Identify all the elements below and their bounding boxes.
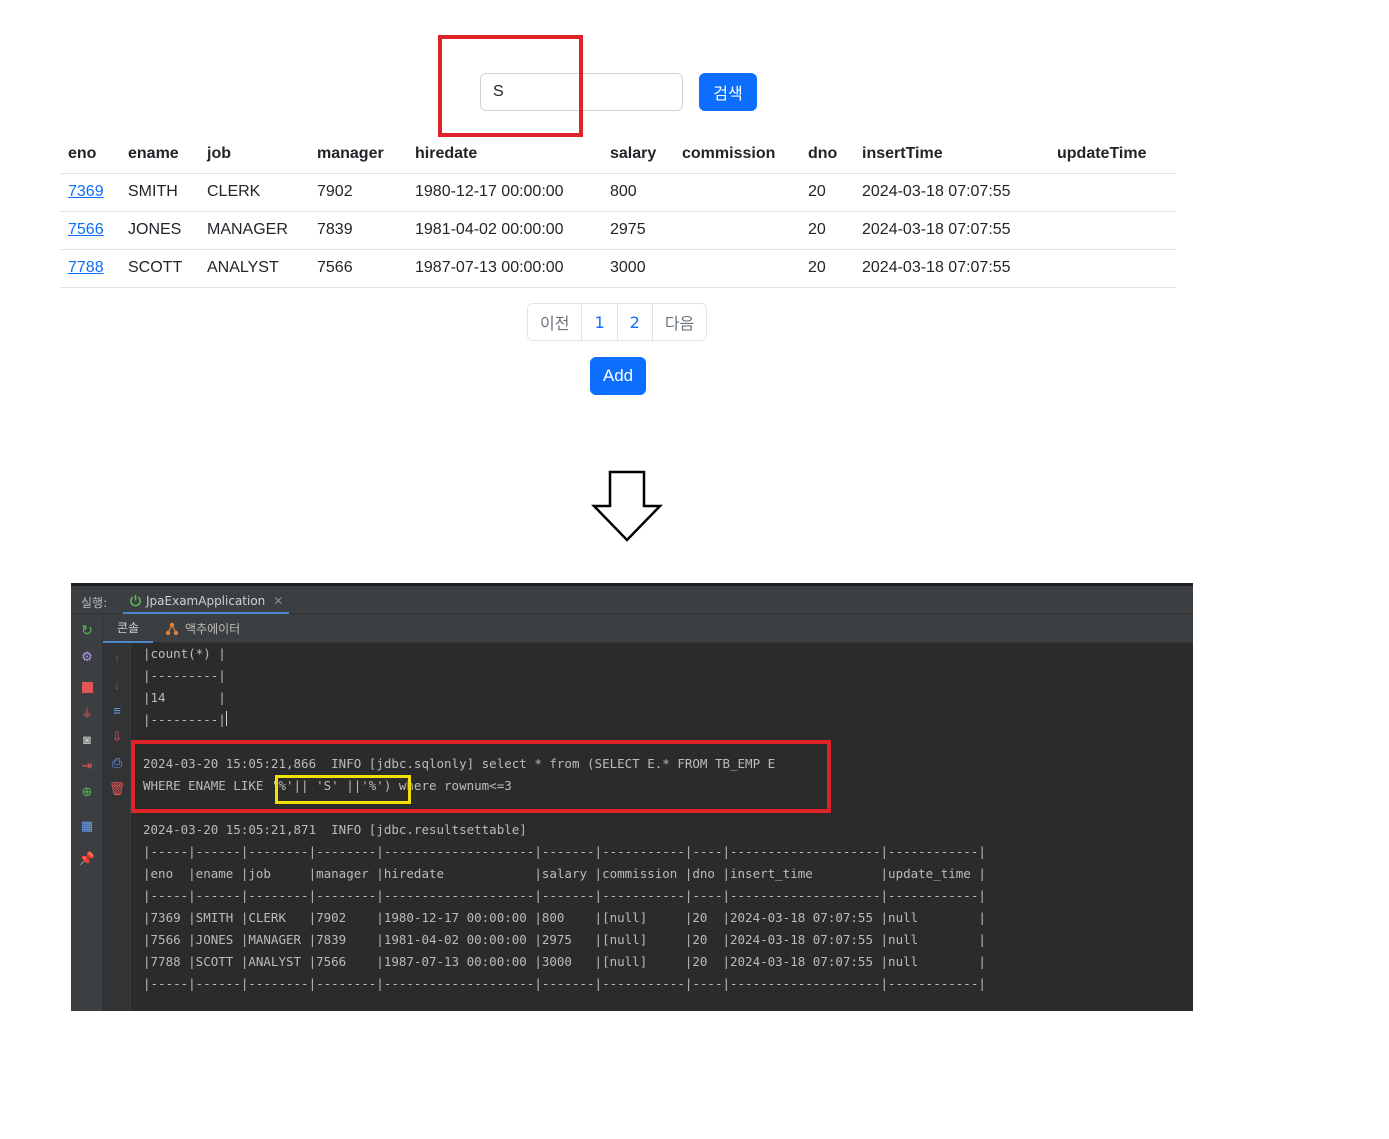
table-cell: JONES: [120, 211, 199, 250]
add-button[interactable]: Add: [590, 357, 646, 395]
text-cursor: [225, 711, 227, 726]
column-header[interactable]: job: [199, 136, 309, 174]
console-line: |7566 |JONES |MANAGER |7839 |1981-04-02 …: [143, 932, 986, 947]
tab-actuator[interactable]: 액추에이터: [165, 614, 240, 643]
table-header-row: eno ename job manager hiredate salary co…: [60, 136, 1176, 174]
console-output[interactable]: |count(*) | |---------| |14 | |---------…: [143, 643, 1193, 1011]
run-tab[interactable]: JpaExamApplication ✕: [123, 589, 290, 614]
console-line: |---------|: [143, 668, 226, 683]
table-cell: 2975: [602, 211, 674, 250]
column-header[interactable]: hiredate: [407, 136, 602, 174]
employee-table: eno ename job manager hiredate salary co…: [60, 136, 1176, 288]
table-cell: 7839: [309, 211, 407, 250]
console-line: 2024-03-20 15:05:21,871 INFO [jdbc.resul…: [143, 822, 527, 837]
pagination-prev[interactable]: 이전: [528, 304, 583, 340]
table-cell: 20: [800, 173, 854, 212]
pin-icon[interactable]: 📌: [79, 850, 95, 866]
table-row: 7566 JONES MANAGER 7839 1981-04-02 00:00…: [60, 211, 1176, 250]
table-cell: [1049, 211, 1176, 250]
table-cell: 2024-03-18 07:07:55: [854, 211, 1049, 250]
table-cell: [674, 211, 800, 250]
gear-icon[interactable]: ⚙: [79, 648, 95, 664]
column-header[interactable]: eno: [60, 136, 120, 174]
table-cell: 2024-03-18 07:07:55: [854, 249, 1049, 288]
table-cell: 1987-07-13 00:00:00: [407, 249, 602, 288]
table-cell: [674, 249, 800, 288]
table-cell: 1981-04-02 00:00:00: [407, 211, 602, 250]
table-cell: MANAGER: [199, 211, 309, 250]
table-row: 7369 SMITH CLERK 7902 1980-12-17 00:00:0…: [60, 173, 1176, 212]
table-cell: [1049, 173, 1176, 212]
highlight-box-sql: [131, 740, 831, 813]
exit-icon[interactable]: ⇥: [79, 757, 95, 773]
run-toolbar: 실행: JpaExamApplication ✕: [71, 586, 1193, 614]
run-tab-label: JpaExamApplication: [146, 593, 266, 608]
column-header[interactable]: commission: [674, 136, 800, 174]
camera-icon[interactable]: ◙: [79, 731, 95, 747]
table-cell: CLERK: [199, 173, 309, 212]
power-icon: [130, 594, 141, 607]
table-cell: 2024-03-18 07:07:55: [854, 173, 1049, 212]
table-cell: 7902: [309, 173, 407, 212]
search-button[interactable]: 검색: [699, 73, 757, 111]
column-header[interactable]: salary: [602, 136, 674, 174]
tab-actuator-label: 액추에이터: [185, 622, 241, 636]
console-line: |-----|------|--------|--------|--------…: [143, 844, 986, 859]
column-header[interactable]: manager: [309, 136, 407, 174]
run-label: 실행:: [81, 596, 108, 610]
close-icon[interactable]: ✕: [273, 594, 283, 608]
print-icon[interactable]: ⎙: [109, 754, 125, 770]
trash-icon[interactable]: 🗑: [109, 780, 126, 796]
console-gutter: ↑ ↓ ≡ ⇩ ⎙ 🗑: [103, 643, 131, 1011]
plug-icon[interactable]: ⏚: [79, 705, 95, 721]
arrow-down-icon: [591, 470, 663, 542]
arrow-up-icon[interactable]: ↑: [109, 650, 125, 666]
console-line: |---------|: [143, 712, 226, 727]
pagination-next[interactable]: 다음: [652, 304, 707, 340]
console-line: |eno |ename |job |manager |hiredate |sal…: [143, 866, 986, 881]
table-cell: 3000: [602, 249, 674, 288]
table-cell: [674, 173, 800, 212]
table-cell: SMITH: [120, 173, 199, 212]
actuator-icon: [165, 622, 179, 635]
eno-link[interactable]: 7369: [68, 183, 104, 200]
soft-wrap-icon[interactable]: ≡: [109, 702, 125, 718]
highlight-box-search: [438, 35, 583, 137]
pagination-page-2[interactable]: 2: [617, 304, 653, 340]
console-line: |7788 |SCOTT |ANALYST |7566 |1987-07-13 …: [143, 954, 986, 969]
console-line: |-----|------|--------|--------|--------…: [143, 888, 986, 903]
scroll-to-end-icon[interactable]: ⇩: [109, 728, 125, 744]
table-cell: 7566: [309, 249, 407, 288]
run-subtabs: 콘솔 액추에이터: [103, 614, 1193, 643]
column-header[interactable]: updateTime: [1049, 136, 1176, 174]
column-header[interactable]: ename: [120, 136, 199, 174]
table-cell: 800: [602, 173, 674, 212]
table-cell: 20: [800, 249, 854, 288]
console-line: |14 |: [143, 690, 226, 705]
run-left-toolbar: ↻ ⚙ ⏚ ◙ ⇥ ⊕ ▦ 📌: [71, 614, 103, 1011]
column-header[interactable]: insertTime: [854, 136, 1049, 174]
pagination-page-1[interactable]: 1: [582, 304, 618, 340]
column-header[interactable]: dno: [800, 136, 854, 174]
table-cell: [1049, 249, 1176, 288]
table-cell: 1980-12-17 00:00:00: [407, 173, 602, 212]
tab-console[interactable]: 콘솔: [103, 614, 153, 643]
console-line: |7369 |SMITH |CLERK |7902 |1980-12-17 00…: [143, 910, 986, 925]
console-line: |-----|------|--------|--------|--------…: [143, 976, 986, 991]
rerun-icon[interactable]: ↻: [79, 622, 95, 638]
table-row: 7788 SCOTT ANALYST 7566 1987-07-13 00:00…: [60, 249, 1176, 288]
layout-icon[interactable]: ▦: [79, 817, 95, 833]
arrow-down-icon[interactable]: ↓: [109, 676, 125, 692]
stop-icon[interactable]: [79, 679, 95, 695]
console-line: |count(*) |: [143, 646, 226, 661]
eno-link[interactable]: 7566: [68, 221, 104, 238]
table-cell: ANALYST: [199, 249, 309, 288]
eno-link[interactable]: 7788: [68, 259, 104, 276]
highlight-box-like-clause: [275, 775, 411, 804]
pagination: 이전 1 2 다음: [527, 303, 708, 341]
table-cell: 20: [800, 211, 854, 250]
restore-icon[interactable]: ⊕: [79, 783, 95, 799]
table-cell: SCOTT: [120, 249, 199, 288]
